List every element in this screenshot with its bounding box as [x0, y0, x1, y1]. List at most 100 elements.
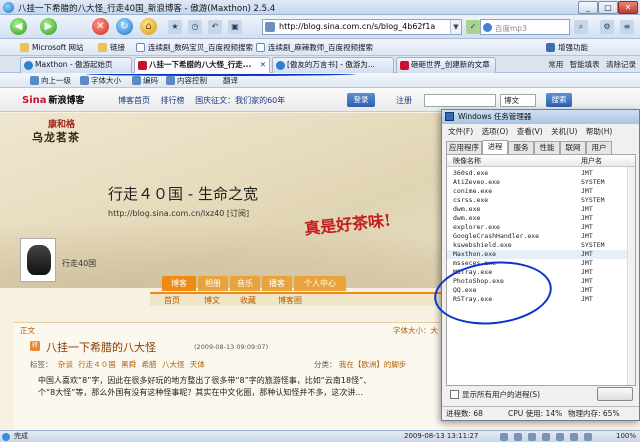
tag-link[interactable]: 黑舜 — [121, 360, 136, 369]
encoding-button[interactable]: 编码 — [132, 75, 158, 86]
stop-icon[interactable]: ✕ — [92, 18, 109, 35]
menu-help[interactable]: 帮助(H) — [586, 127, 613, 136]
screenshot-icon[interactable]: ▣ — [228, 20, 242, 34]
fav-item-gto[interactable]: 连续剧_麻辣教师_百度视频搜索 — [256, 41, 373, 54]
tab-new-article[interactable]: 砸砸世界_创建新的文章 — [396, 57, 496, 73]
enhanced-features-button[interactable]: 增强功能 — [546, 41, 588, 54]
end-process-button[interactable] — [597, 387, 633, 401]
page-info-icon[interactable] — [584, 433, 592, 441]
sina-logo[interactable]: Sina 新浪博客 — [22, 93, 85, 106]
tag-link[interactable]: 八大怪 — [162, 360, 185, 369]
refresh-icon[interactable]: ↻ — [116, 18, 133, 35]
night-mode-icon[interactable] — [570, 433, 578, 441]
login-button[interactable]: 登录 — [347, 93, 375, 107]
favorites-icon[interactable]: ★ — [168, 20, 182, 34]
tab-networking[interactable]: 联网 — [560, 141, 586, 154]
common-button[interactable]: 常用 — [548, 60, 563, 69]
close-tab-icon[interactable]: ✕ — [260, 58, 266, 72]
sound-icon[interactable] — [542, 433, 550, 441]
show-all-users-checkbox[interactable] — [450, 390, 459, 399]
fav-item-digimon[interactable]: 连续剧_数码宝贝_百度视频搜索 — [136, 41, 253, 54]
sina-search-input[interactable] — [424, 94, 496, 107]
undo-close-icon[interactable]: ↶ — [208, 20, 222, 34]
tools-icon[interactable]: ⚙ — [600, 20, 614, 34]
process-list-scrollbar[interactable] — [627, 167, 635, 385]
search-type-select[interactable]: 博文 — [500, 94, 536, 107]
speed-dial-icon[interactable] — [500, 433, 508, 441]
smart-fill-button[interactable]: 智能填表 — [570, 60, 600, 69]
process-row[interactable]: dwm.exe JMT — [447, 205, 635, 214]
fav-item-links[interactable]: 链接 — [98, 41, 125, 54]
subnav-blog-circle[interactable]: 博客圈 — [278, 295, 302, 306]
forward-icon[interactable]: ▶ — [40, 18, 57, 35]
address-bar[interactable]: http://blog.sina.com.cn/s/blog_4b62f1a ▼ — [262, 19, 462, 35]
home-icon[interactable]: ⌂ — [140, 18, 157, 35]
menu-view[interactable]: 查看(V) — [517, 127, 543, 136]
tab-personal-center[interactable]: 个人中心 — [294, 276, 346, 291]
content-control-button[interactable]: 内容控制 — [166, 75, 207, 86]
process-row[interactable]: explorer.exe JMT — [447, 223, 635, 232]
go-icon[interactable]: ✓ — [466, 20, 480, 34]
tab-applications[interactable]: 应用程序 — [446, 141, 482, 154]
clear-history-button[interactable]: 清除记录 — [606, 60, 636, 69]
process-row[interactable]: dwm.exe JMT — [447, 214, 635, 223]
tab-blog[interactable]: 博客 — [162, 276, 196, 291]
tab-processes[interactable]: 进程 — [482, 140, 508, 154]
column-user-name[interactable]: 用户名 — [581, 155, 602, 167]
history-icon[interactable]: ◷ — [188, 20, 202, 34]
tab-maxthon-start[interactable]: Maxthon - 傲游起始页 — [20, 57, 132, 73]
popup-blocker-icon[interactable] — [514, 433, 522, 441]
tab-services[interactable]: 服务 — [508, 141, 534, 154]
search-input[interactable]: 百度mp3 — [480, 19, 570, 35]
sina-search-button[interactable]: 搜索 — [546, 93, 572, 107]
process-row[interactable]: GoogleCrashHandler.exe JMT — [447, 232, 635, 241]
show-all-users-label[interactable]: 显示所有用户的进程(S) — [462, 389, 540, 400]
zoom-level[interactable]: 100% — [616, 431, 636, 442]
subnav-posts[interactable]: 博文 — [204, 295, 220, 306]
tag-link[interactable]: 希腊 — [142, 360, 157, 369]
category-link[interactable]: 我在【欧洲】的脚步 — [339, 360, 407, 369]
minimize-button[interactable]: _ — [578, 1, 598, 14]
font-size-control[interactable]: 字体大小：大 — [393, 325, 438, 336]
tag-link[interactable]: 天体 — [190, 360, 205, 369]
search-go-icon[interactable]: ⌕ — [574, 20, 588, 34]
address-dropdown-icon[interactable]: ▼ — [450, 20, 461, 34]
nav-national-day-essay[interactable]: 国庆征文：我们家的60年 — [195, 96, 285, 105]
tab-maxthon-letter[interactable]: [傲友的万言书] - 傲游为... — [272, 57, 394, 73]
subnav-home[interactable]: 首页 — [164, 295, 180, 306]
register-link[interactable]: 注册 — [396, 95, 412, 106]
up-level-button[interactable]: 向上一级 — [30, 75, 71, 86]
close-button[interactable]: ✕ — [618, 1, 638, 14]
download-icon[interactable] — [528, 433, 536, 441]
process-row[interactable]: csrss.exe SYSTEM — [447, 196, 635, 205]
tab-users[interactable]: 用户 — [586, 141, 612, 154]
fav-item-microsoft[interactable]: Microsoft 网站 — [20, 41, 84, 54]
process-row[interactable]: 360sd.exe JMT — [447, 169, 635, 178]
nav-ranking[interactable]: 排行榜 — [161, 96, 185, 105]
process-row[interactable]: kswebshield.exe SYSTEM — [447, 241, 635, 250]
menu-icon[interactable]: ≡ — [620, 20, 634, 34]
process-row[interactable]: Maxthon.exe JMT — [447, 250, 635, 259]
avatar[interactable] — [20, 238, 56, 282]
tab-performance[interactable]: 性能 — [534, 141, 560, 154]
proxy-icon[interactable] — [556, 433, 564, 441]
subnav-favorites[interactable]: 收藏 — [240, 295, 256, 306]
tab-podcast[interactable]: 播客 — [262, 276, 292, 291]
menu-file[interactable]: 文件(F) — [448, 127, 473, 136]
menu-options[interactable]: 选项(O) — [482, 127, 509, 136]
menu-shutdown[interactable]: 关机(U) — [551, 127, 577, 136]
font-size-button[interactable]: 字体大小 — [80, 75, 121, 86]
tab-album[interactable]: 相册 — [198, 276, 228, 291]
translate-button[interactable]: 翻译 — [212, 75, 238, 86]
tab-music[interactable]: 音乐 — [230, 276, 260, 291]
nav-blog-home[interactable]: 博客首页 — [118, 96, 150, 105]
tag-link[interactable]: 杂谈 — [58, 360, 73, 369]
back-icon[interactable]: ◀ — [10, 18, 27, 35]
blog-url[interactable]: http://blog.sina.com.cn/lxz40 [订阅] — [108, 208, 249, 219]
process-row[interactable]: AtiZeveo.exe SYSTEM — [447, 178, 635, 187]
column-image-name[interactable]: 映像名称 — [453, 155, 481, 167]
tag-link[interactable]: 行走４０国 — [78, 360, 116, 369]
maximize-button[interactable]: □ — [598, 1, 618, 14]
process-row[interactable]: conime.exe JMT — [447, 187, 635, 196]
author-name[interactable]: 行走40国 — [62, 258, 96, 269]
